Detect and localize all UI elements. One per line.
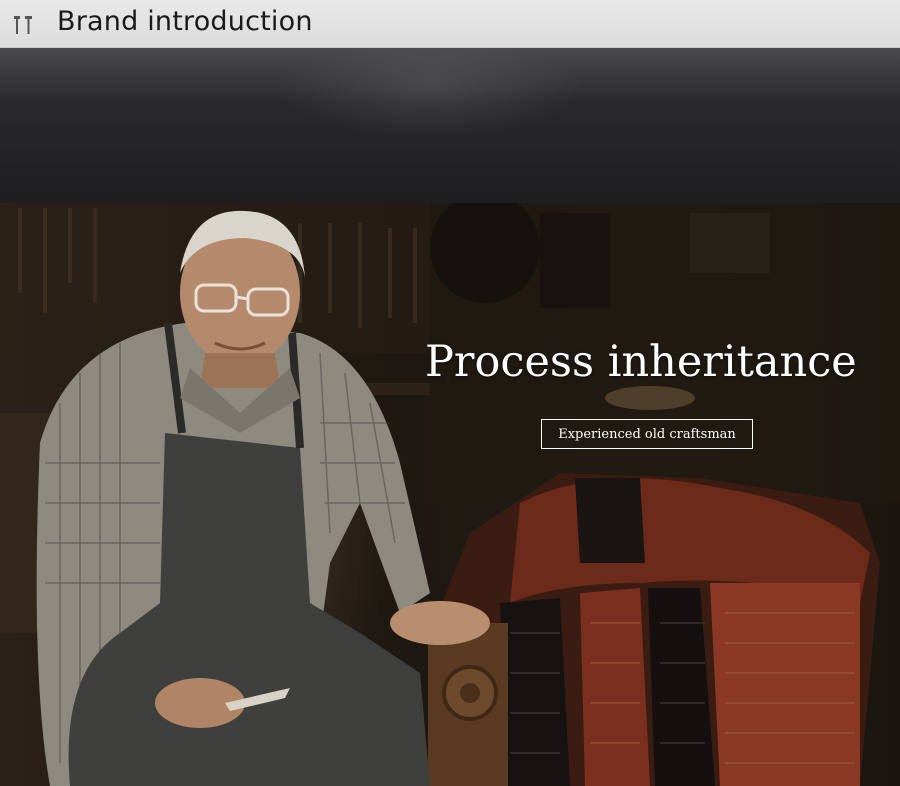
- page-title: Brand introduction: [57, 6, 313, 37]
- window-titlebar: Brand introduction: [0, 0, 900, 48]
- hero-headline: Process inheritance: [425, 337, 857, 387]
- craftsman-illustration: [0, 203, 900, 786]
- header-banner: [0, 48, 900, 203]
- tools-icon: [14, 16, 32, 34]
- hero-tagline-badge: Experienced old craftsman: [541, 419, 753, 449]
- hero-image: Process inheritance Experienced old craf…: [0, 203, 900, 786]
